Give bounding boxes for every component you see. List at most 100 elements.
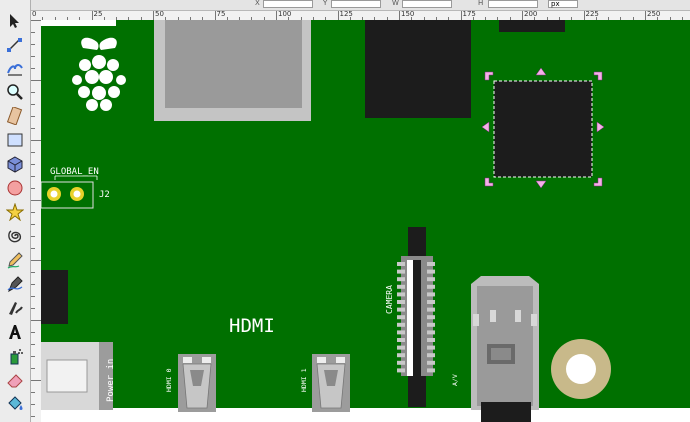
vruler-tick bbox=[31, 116, 35, 117]
unit-select[interactable]: px bbox=[548, 0, 578, 8]
camera-pin bbox=[427, 360, 435, 365]
toolbox bbox=[0, 0, 31, 422]
ellipse-tool-icon[interactable] bbox=[6, 179, 24, 197]
pencil-tool-icon[interactable] bbox=[6, 251, 24, 269]
text-tool-icon[interactable] bbox=[6, 323, 24, 341]
camera-pin bbox=[427, 292, 435, 297]
camera-pin bbox=[427, 368, 435, 373]
camera-pin bbox=[397, 322, 405, 327]
vruler-tick bbox=[31, 332, 35, 333]
x-field[interactable] bbox=[263, 0, 313, 8]
vruler-tick bbox=[31, 104, 35, 105]
ruler-major-tick bbox=[460, 11, 462, 20]
ruler-label: 175 bbox=[462, 11, 476, 18]
selector-tool-icon[interactable] bbox=[6, 12, 24, 30]
camera-pin bbox=[397, 345, 405, 350]
w-label: W bbox=[392, 0, 399, 7]
ruler-major-tick bbox=[91, 11, 93, 20]
node-tool-icon[interactable] bbox=[6, 36, 24, 54]
camera-pin bbox=[397, 307, 405, 312]
ruler-label: 75 bbox=[216, 11, 226, 18]
vruler-tick bbox=[31, 140, 41, 141]
vruler-tick bbox=[31, 152, 35, 153]
vruler-tick bbox=[31, 380, 41, 381]
w-field[interactable] bbox=[402, 0, 452, 8]
camera-pin bbox=[397, 262, 405, 266]
eraser-tool-icon[interactable] bbox=[6, 371, 24, 389]
vruler-tick bbox=[31, 320, 41, 321]
vruler-tick bbox=[31, 128, 35, 129]
global-en-label: GLOBAL_EN bbox=[50, 167, 99, 177]
vruler-tick bbox=[31, 296, 35, 297]
camera-pin bbox=[427, 269, 435, 274]
camera-pin bbox=[427, 262, 435, 266]
pen-tool-icon[interactable] bbox=[6, 275, 24, 293]
3d-box-tool-icon[interactable] bbox=[6, 155, 24, 173]
j2-label: J2 bbox=[99, 190, 110, 200]
raspberry-pi-board-drawing[interactable]: GLOBAL_EN J2 HDMI Power in HDMI 0 HDMI 1 bbox=[41, 20, 690, 422]
vruler-tick bbox=[31, 416, 35, 417]
spray-tool-icon[interactable] bbox=[6, 347, 24, 365]
camera-pin bbox=[427, 315, 435, 320]
vruler-tick bbox=[31, 164, 35, 165]
camera-pin bbox=[427, 277, 435, 282]
vruler-tick bbox=[31, 44, 35, 45]
camera-pin bbox=[427, 338, 435, 342]
measure-tool-icon[interactable] bbox=[6, 107, 24, 125]
vruler-tick bbox=[31, 308, 35, 309]
h-field[interactable] bbox=[488, 0, 538, 8]
tweak-tool-icon[interactable] bbox=[6, 59, 24, 77]
h-label: H bbox=[478, 0, 484, 7]
hdmi1-label: HDMI 1 bbox=[300, 368, 308, 392]
spiral-tool-icon[interactable] bbox=[6, 227, 24, 245]
vruler-tick bbox=[31, 92, 35, 93]
vruler-tick bbox=[31, 284, 35, 285]
camera-pin bbox=[427, 330, 435, 335]
vruler-tick bbox=[31, 404, 35, 405]
camera-pin bbox=[397, 277, 405, 282]
ruler-major-tick bbox=[583, 11, 585, 20]
vruler-tick bbox=[31, 260, 41, 261]
vruler-tick bbox=[31, 344, 35, 345]
vruler-tick bbox=[31, 200, 41, 201]
ruler-label: 200 bbox=[524, 11, 538, 18]
y-field[interactable] bbox=[331, 0, 381, 8]
camera-pin bbox=[397, 315, 405, 320]
hdmi1-connector[interactable] bbox=[312, 354, 350, 412]
drawing-canvas[interactable]: GLOBAL_EN J2 HDMI Power in HDMI 0 HDMI 1 bbox=[41, 20, 690, 422]
power-in-label: Power in bbox=[106, 359, 116, 402]
camera-pin bbox=[397, 368, 405, 373]
camera-pin bbox=[427, 322, 435, 327]
camera-pin bbox=[427, 284, 435, 289]
camera-pin bbox=[427, 307, 435, 312]
camera-pin bbox=[397, 269, 405, 274]
calligraphy-tool-icon[interactable] bbox=[6, 299, 24, 317]
hdmi0-connector[interactable] bbox=[178, 354, 216, 412]
vruler-tick bbox=[31, 236, 35, 237]
camera-pin bbox=[397, 338, 405, 342]
vruler-tick bbox=[31, 32, 35, 33]
y-label: Y bbox=[323, 0, 328, 7]
selected-memory-chip[interactable] bbox=[494, 81, 592, 177]
zoom-tool-icon[interactable] bbox=[6, 83, 24, 101]
camera-pin bbox=[397, 360, 405, 365]
ruler-major-tick bbox=[153, 11, 154, 20]
vruler-tick bbox=[31, 176, 35, 177]
vruler-tick bbox=[31, 356, 35, 357]
star-tool-icon[interactable] bbox=[6, 203, 24, 221]
display-connector[interactable] bbox=[41, 270, 68, 324]
paint-bucket-tool-icon[interactable] bbox=[6, 395, 24, 413]
rectangle-tool-icon[interactable] bbox=[6, 131, 24, 149]
vruler-tick bbox=[31, 20, 41, 21]
vruler-tick bbox=[31, 80, 41, 81]
soc-chip[interactable] bbox=[365, 20, 471, 118]
av-jack[interactable] bbox=[471, 276, 539, 422]
vruler-tick bbox=[31, 188, 35, 189]
header-connector[interactable] bbox=[499, 20, 565, 32]
camera-pin bbox=[397, 300, 405, 304]
vruler-tick bbox=[31, 272, 35, 273]
ruler-major-tick bbox=[214, 11, 216, 20]
camera-pin bbox=[427, 353, 435, 358]
camera-pin bbox=[427, 345, 435, 350]
camera-pin bbox=[397, 353, 405, 358]
